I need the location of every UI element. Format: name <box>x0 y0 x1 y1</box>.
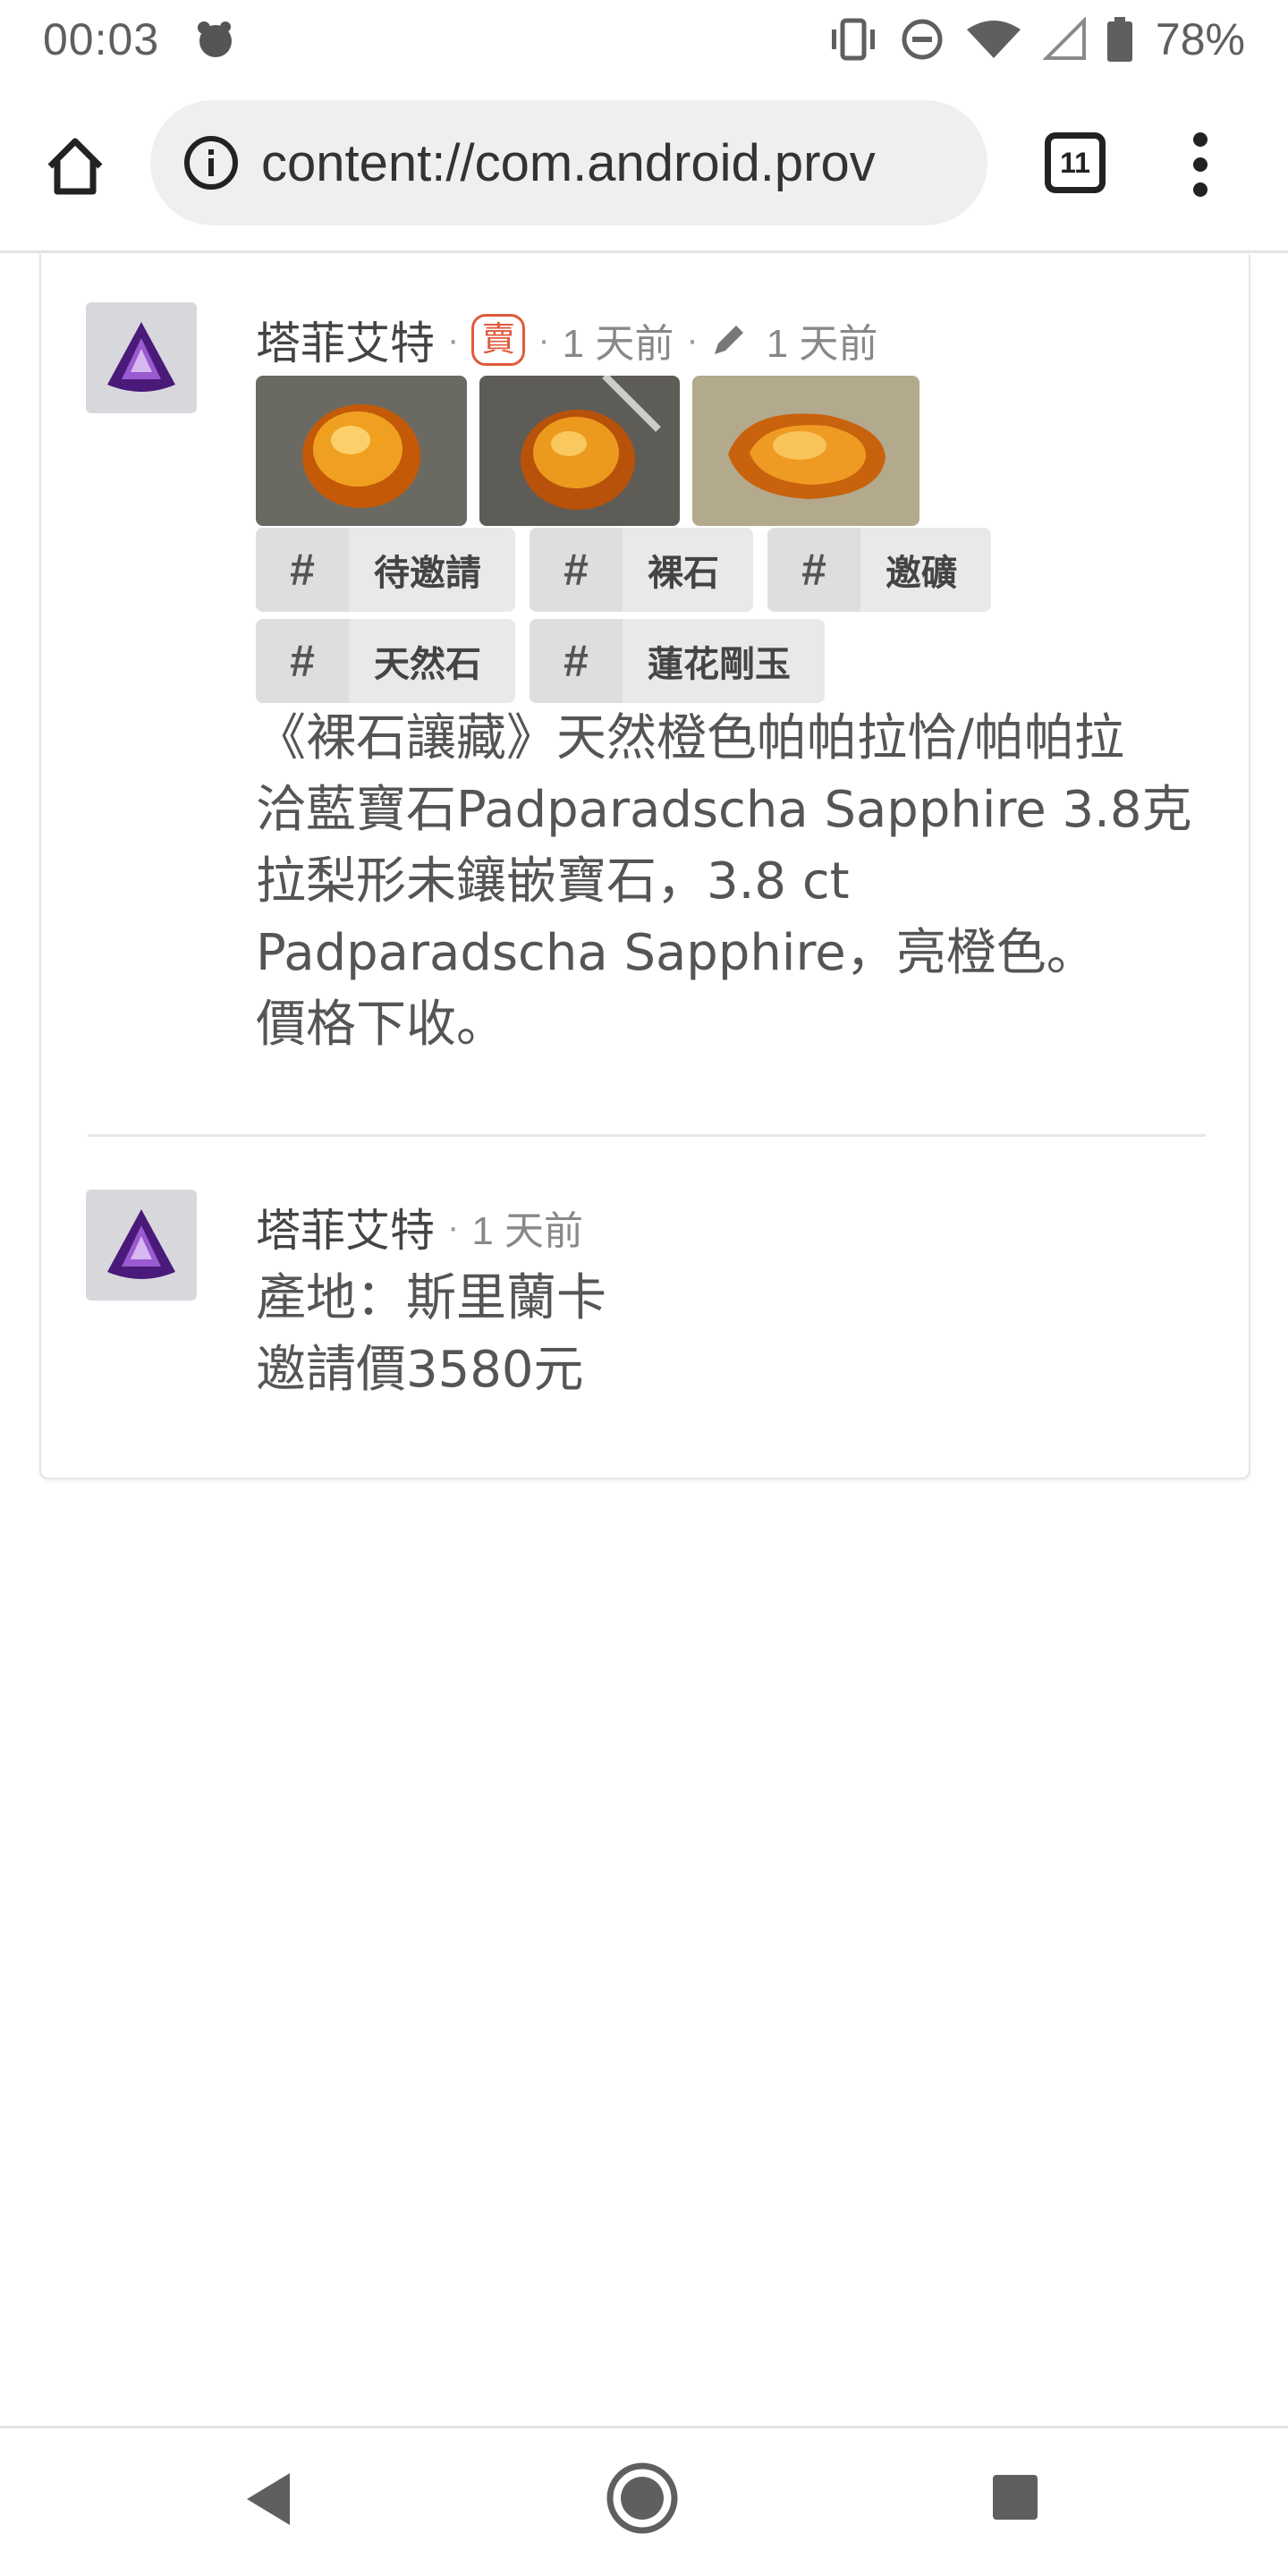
hash-icon: # <box>530 528 623 612</box>
reply-header: 塔菲艾特 · 1 天前 <box>256 1195 583 1259</box>
tag-label: 蓮花剛玉 <box>648 644 791 685</box>
home-icon[interactable] <box>43 134 107 199</box>
reply-time: 1 天前 <box>471 1209 584 1253</box>
comment-divider <box>88 1134 1206 1137</box>
edited-time: 1 天前 <box>766 322 878 366</box>
hash-icon: # <box>767 528 860 612</box>
battery-percent: 78% <box>1155 14 1245 64</box>
post-time: 1 天前 <box>562 322 674 366</box>
gem-image-2[interactable] <box>479 376 680 526</box>
system-navbar <box>0 2428 1288 2576</box>
signal-icon <box>1042 17 1086 60</box>
pencil-icon <box>714 326 743 354</box>
vibrate-icon <box>831 18 875 61</box>
tag-list: # 待邀請 # 裸石 # 邀礦 # 天然石 # 蓮花剛玉 <box>256 528 1061 703</box>
home-nav-icon[interactable] <box>605 2461 680 2536</box>
tag-chip[interactable]: # 邀礦 <box>767 528 991 612</box>
tag-chip[interactable]: # 蓮花剛玉 <box>530 619 825 703</box>
tag-chip[interactable]: # 天然石 <box>256 619 515 703</box>
gem-image-3[interactable] <box>692 376 919 526</box>
browser-toolbar: content://com.android.prov 11 <box>0 89 1288 238</box>
do-not-disturb-icon <box>902 19 943 60</box>
tag-label: 邀礦 <box>886 553 957 594</box>
reply-author-name[interactable]: 塔菲艾特 <box>256 1195 435 1259</box>
avatar[interactable] <box>86 302 197 413</box>
address-bar[interactable]: content://com.android.prov <box>150 100 987 225</box>
tab-count: 11 <box>1060 146 1090 179</box>
author-name[interactable]: 塔菲艾特 <box>256 308 435 372</box>
hash-icon: # <box>256 528 349 612</box>
hash-icon: # <box>530 619 623 703</box>
reply-avatar[interactable] <box>86 1190 197 1301</box>
post-header: 塔菲艾特 · 賣 · 1 天前 · 1 天前 <box>256 308 877 372</box>
notification-app-icon <box>198 21 233 57</box>
image-gallery <box>256 376 919 526</box>
back-icon[interactable] <box>242 2470 295 2529</box>
tag-label: 待邀請 <box>374 553 481 594</box>
gem-image-1[interactable] <box>256 376 467 526</box>
tab-switcher-button[interactable]: 11 <box>1045 132 1106 193</box>
tag-label: 裸石 <box>648 553 719 594</box>
battery-icon <box>1106 17 1132 62</box>
post-body: 《裸石讓藏》天然橙色帕帕拉恰/帕帕拉 洽藍寶石Padparadscha Sapp… <box>256 709 1192 1054</box>
more-menu-icon[interactable] <box>1182 132 1218 197</box>
tag-label: 天然石 <box>374 644 481 685</box>
post-card: 塔菲艾特 · 賣 · 1 天前 · 1 天前 # 待邀請 # 裸石 # 邀礦 #… <box>39 254 1250 1479</box>
url-text[interactable]: content://com.android.prov <box>261 133 876 193</box>
reply-body: 產地：斯里蘭卡 邀請價3580元 <box>256 1269 606 1399</box>
tag-chip[interactable]: # 裸石 <box>530 528 753 612</box>
tag-chip[interactable]: # 待邀請 <box>256 528 515 612</box>
status-time: 00:03 <box>43 14 160 64</box>
info-icon[interactable] <box>182 134 240 191</box>
recent-apps-icon[interactable] <box>991 2473 1039 2521</box>
sell-badge: 賣 <box>471 314 526 366</box>
hash-icon: # <box>256 619 349 703</box>
toolbar-divider <box>0 250 1288 253</box>
status-bar: 00:03 78% <box>0 0 1288 79</box>
wifi-icon <box>966 21 1021 58</box>
